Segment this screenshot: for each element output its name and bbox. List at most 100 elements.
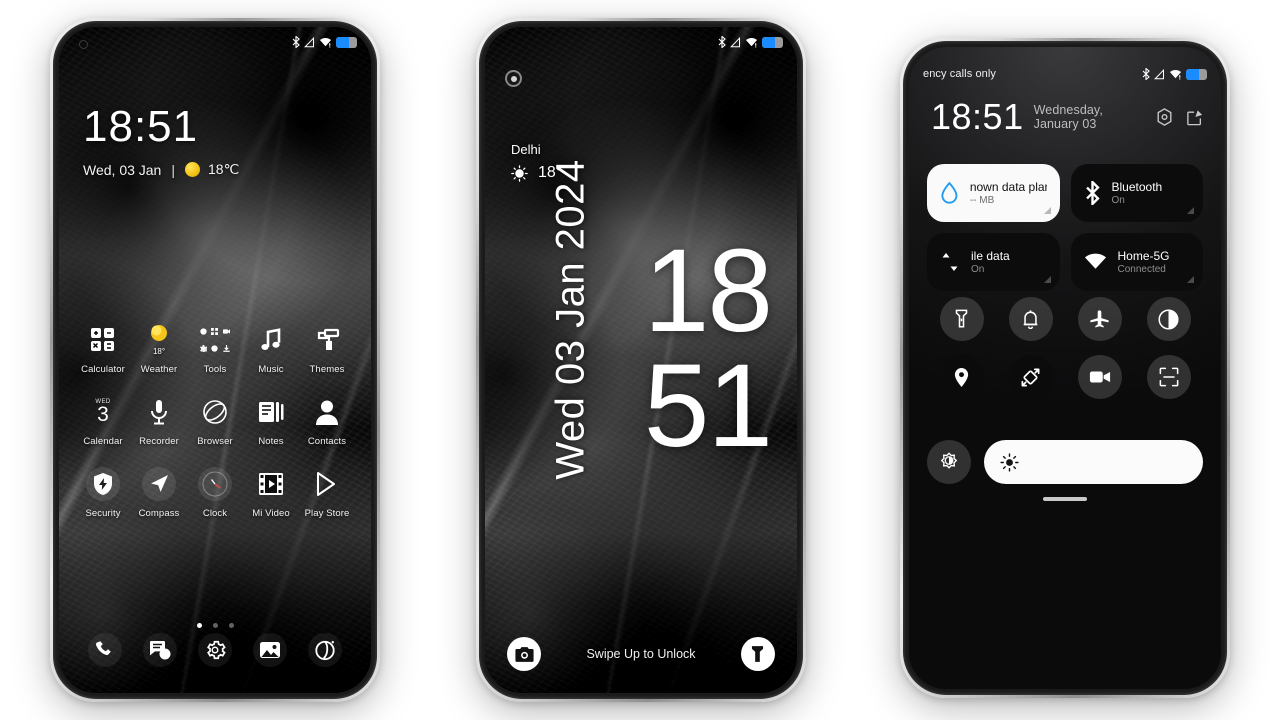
expand-corner-icon[interactable]	[1187, 207, 1194, 214]
app-compass[interactable]: Compass	[131, 467, 187, 519]
app-label: Calendar	[83, 436, 123, 447]
edit-pencil-icon[interactable]	[1187, 109, 1203, 131]
page-dot-active[interactable]	[196, 623, 202, 628]
sun-icon	[511, 164, 528, 182]
app-calculator[interactable]: Calculator	[75, 323, 131, 375]
mobile-data-arrows-icon	[942, 252, 958, 272]
app-label: Mi Video	[252, 508, 290, 519]
wifi-alert-icon	[1170, 69, 1181, 79]
cc-toggle-dark-mode[interactable]	[1146, 297, 1191, 341]
battery-icon	[1186, 68, 1207, 80]
app-recorder[interactable]: Recorder	[131, 395, 187, 447]
app-music[interactable]: Music	[243, 323, 299, 375]
dock	[59, 633, 371, 667]
cc-toggle-location[interactable]	[939, 355, 984, 399]
app-clock[interactable]: Clock	[187, 467, 243, 519]
cc-tile-subtitle: -- MB	[969, 195, 995, 206]
camera-shortcut-button[interactable]	[507, 637, 541, 671]
battery-icon	[336, 36, 357, 48]
app-label: Recorder	[139, 436, 179, 447]
camera-ring-icon	[505, 70, 522, 87]
music-note-icon	[254, 323, 288, 357]
cc-tile-mobile-data[interactable]: ile data On	[927, 233, 1060, 291]
dock-item-messages[interactable]	[132, 633, 187, 667]
dock-item-camera[interactable]	[298, 633, 353, 667]
home-clock-widget[interactable]: 18:51 Wed, 03 Jan | 18℃	[83, 105, 239, 178]
cc-tile-bluetooth[interactable]: Bluetooth On	[1070, 164, 1203, 222]
cc-tile-data-plan[interactable]: nown data plan -- MB	[927, 164, 1060, 222]
app-security[interactable]: Security	[75, 467, 131, 519]
home-clock-temperature: 18℃	[208, 161, 240, 177]
dock-item-gallery[interactable]	[243, 633, 298, 667]
flashlight-shortcut-button[interactable]	[740, 637, 775, 671]
film-play-icon	[254, 467, 288, 501]
cc-toggle-auto-rotate[interactable]	[1008, 355, 1053, 399]
status-bar	[485, 27, 797, 57]
app-label: Calculator	[81, 364, 125, 375]
cc-tile-subtitle: On	[1111, 195, 1125, 206]
app-calendar[interactable]: WED 3 Calendar	[75, 395, 131, 447]
app-label: Music	[258, 364, 284, 375]
app-mi-video[interactable]: Mi Video	[243, 467, 299, 519]
phone-control-center: ency calls only 18:51 Wednesday, January…	[900, 38, 1230, 698]
cc-tile-wifi[interactable]: Home-5G Connected	[1070, 233, 1203, 291]
wifi-alert-icon	[746, 37, 757, 47]
page-indicator[interactable]	[59, 623, 371, 628]
expand-corner-icon[interactable]	[1187, 276, 1194, 283]
app-browser[interactable]: Browser	[187, 395, 243, 447]
phone-home-screen: 18:51 Wed, 03 Jan | 18℃ Calculator 18° W…	[50, 18, 380, 702]
cc-toggle-auto-brightness[interactable]	[927, 440, 971, 484]
bell-icon	[1023, 310, 1038, 329]
app-notes[interactable]: Notes	[243, 395, 299, 447]
flashlight-icon	[955, 309, 968, 328]
app-label: Security	[85, 508, 121, 519]
flashlight-icon	[752, 645, 764, 662]
phone-bezel: Delhi 18° Wed 03 Jan 2024 18 51 Swipe Up…	[479, 21, 803, 699]
expand-corner-icon[interactable]	[1043, 276, 1051, 283]
cc-toggle-screen-recorder[interactable]	[1077, 355, 1122, 399]
cc-toggle-silent[interactable]	[1008, 297, 1053, 341]
dock-item-settings[interactable]	[187, 633, 242, 667]
screen-home[interactable]: 18:51 Wed, 03 Jan | 18℃ Calculator 18° W…	[59, 27, 371, 693]
calculator-icon	[86, 323, 120, 357]
status-bar-icons	[1142, 68, 1207, 80]
expand-corner-icon[interactable]	[1043, 207, 1051, 214]
screen-control-center[interactable]: ency calls only 18:51 Wednesday, January…	[909, 47, 1221, 689]
half-circle-icon	[1158, 308, 1179, 330]
page-dot[interactable]	[212, 623, 218, 628]
lock-vertical-date: Wed 03 Jan 2024	[548, 159, 593, 480]
bluetooth-icon	[1085, 181, 1100, 205]
cc-tile-subtitle: Connected	[1117, 264, 1166, 275]
dock-item-phone[interactable]	[77, 633, 132, 667]
cc-tile-subtitle: On	[971, 264, 985, 275]
battery-icon	[762, 36, 783, 48]
app-tools[interactable]: Tools	[187, 323, 243, 375]
app-contacts[interactable]: Contacts	[299, 395, 355, 447]
bluetooth-icon	[718, 36, 726, 48]
app-play-store[interactable]: Play Store	[299, 467, 355, 519]
scan-frame-icon	[1159, 367, 1178, 387]
cc-clock-time: 18:51	[931, 96, 1024, 137]
home-clock-separator: |	[171, 161, 175, 178]
signal-none-icon	[1154, 68, 1164, 79]
browser-globe-icon	[198, 395, 232, 429]
aperture-icon	[308, 633, 343, 667]
chat-bubbles-icon	[142, 633, 177, 667]
page-dot[interactable]	[228, 623, 234, 628]
app-weather[interactable]: 18° Weather	[131, 323, 187, 375]
status-bar-carrier: ency calls only	[923, 68, 997, 80]
sun-icon	[185, 162, 200, 177]
gear-icon	[197, 633, 232, 667]
app-themes[interactable]: Themes	[299, 323, 355, 375]
auto-brightness-icon	[940, 452, 958, 469]
cc-toggle-scanner[interactable]	[1146, 355, 1191, 399]
cc-brightness-slider[interactable]	[984, 440, 1203, 484]
cc-drag-handle[interactable]	[909, 497, 1221, 501]
screen-lock[interactable]: Delhi 18° Wed 03 Jan 2024 18 51 Swipe Up…	[485, 27, 797, 693]
calendar-day: 3	[97, 403, 109, 426]
gear-hex-icon[interactable]	[1156, 108, 1173, 131]
video-camera-icon	[1089, 371, 1110, 383]
photo-icon	[253, 633, 288, 667]
cc-toggle-airplane-mode[interactable]	[1077, 297, 1122, 341]
cc-toggle-flashlight[interactable]	[939, 297, 984, 341]
